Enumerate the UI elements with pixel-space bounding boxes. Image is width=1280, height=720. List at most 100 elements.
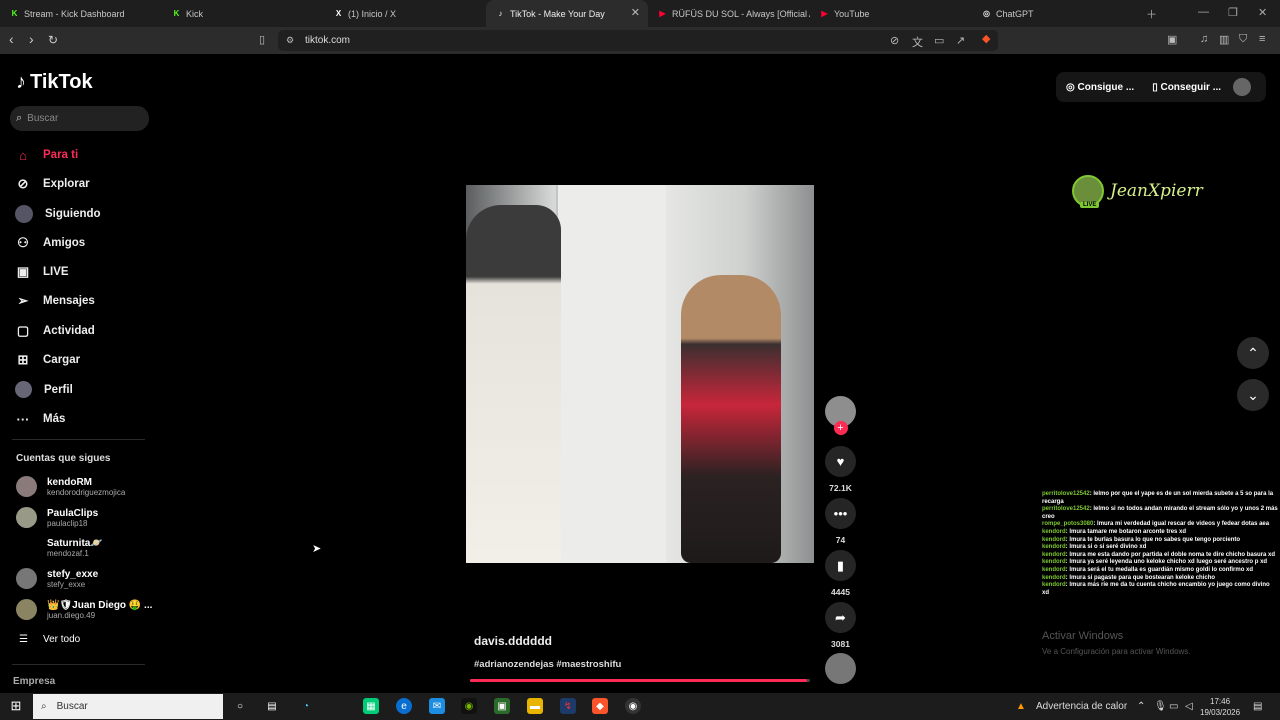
nav-siguiendo[interactable]: Siguiendo bbox=[15, 205, 101, 223]
nav-amigos[interactable]: ⚇ Amigos bbox=[15, 235, 85, 251]
store-app-icon[interactable]: ▦ bbox=[363, 698, 379, 714]
mouse-cursor-icon: ➤ bbox=[312, 543, 322, 555]
save-button[interactable]: ▮ 4445 bbox=[824, 550, 857, 597]
media-icon[interactable]: ♫ bbox=[1200, 33, 1208, 45]
chat-user: perritolove12542 bbox=[1042, 506, 1090, 513]
vpn-icon[interactable]: ⛉ bbox=[1239, 33, 1247, 46]
volume-icon[interactable]: ◁ bbox=[1185, 701, 1193, 712]
following-account[interactable]: Saturnita🪐 mendozaf.1 bbox=[16, 537, 103, 558]
edge-app-icon[interactable]: e bbox=[396, 698, 412, 714]
following-account[interactable]: kendoRM kendorodriguezmojica bbox=[16, 476, 125, 497]
nav-explorar[interactable]: ⊘ Explorar bbox=[15, 176, 90, 192]
weather-label[interactable]: Advertencia de calor bbox=[1036, 701, 1127, 712]
brave-shield-icon[interactable]: ◆ bbox=[982, 32, 990, 45]
share-button[interactable]: ➦ 3081 bbox=[824, 602, 857, 649]
network-icon[interactable]: ▭ bbox=[1169, 701, 1178, 712]
reload-icon[interactable]: ↻ bbox=[48, 33, 58, 47]
nav-mensajes[interactable]: ➢ Mensajes bbox=[15, 293, 95, 309]
translate-icon[interactable]: 文 bbox=[912, 34, 923, 50]
close-icon[interactable]: ✕ bbox=[631, 6, 640, 19]
chat-text: : lmura tamare me botaron arconte tres x… bbox=[1065, 528, 1187, 535]
chat-text: : lmura más ríe me da tu cuenta chicho e… bbox=[1042, 582, 1270, 596]
site-info-icon[interactable]: ⚙ bbox=[286, 35, 294, 46]
notifications-icon[interactable]: ▤ bbox=[1253, 701, 1262, 712]
tab-tiktok[interactable]: ♪ TikTok - Make Your Day ✕ bbox=[486, 0, 648, 27]
video-author[interactable]: davis.dddddd bbox=[474, 634, 552, 648]
following-account[interactable]: PaulaClips paulaclip18 bbox=[16, 507, 98, 528]
tiktok-logo[interactable]: ♪ TikTok bbox=[16, 71, 93, 94]
nvidia-app-icon[interactable]: ◉ bbox=[461, 698, 477, 714]
following-avatar-icon bbox=[15, 205, 33, 223]
see-all-button[interactable]: ☰ Ver todo bbox=[19, 634, 80, 645]
cortana-icon[interactable]: ○ bbox=[232, 698, 248, 714]
photos-app-icon[interactable]: ▣ bbox=[494, 698, 510, 714]
app-icon[interactable]: ↯ bbox=[560, 698, 576, 714]
obs-app-icon[interactable]: ◉ bbox=[625, 698, 641, 714]
heat-warning-icon[interactable]: ▲ bbox=[1016, 701, 1026, 712]
nav-live[interactable]: ▣ LIVE bbox=[15, 264, 69, 280]
share-icon[interactable]: ↗ bbox=[956, 34, 965, 47]
search-icon: ⌕ bbox=[16, 112, 23, 124]
get-coins-button[interactable]: ◎ Consigue ... bbox=[1066, 82, 1134, 93]
video-progress-bar[interactable] bbox=[470, 679, 810, 682]
address-bar[interactable]: ⚙ tiktok.com ⊘ 文 ▭ ↗ bbox=[278, 30, 998, 51]
new-tab-icon[interactable]: ＋ bbox=[1146, 6, 1157, 22]
tab-rufus[interactable]: ▶ RÜFÜS DU SOL - Always [Official Au... bbox=[648, 0, 810, 27]
nav-cargar[interactable]: ⊞ Cargar bbox=[15, 352, 81, 368]
tray-expand-icon[interactable]: ⌃ bbox=[1137, 701, 1145, 712]
comment-button[interactable]: ••• 74 bbox=[824, 498, 857, 545]
following-account[interactable]: stefy_exxe stefy_exxe bbox=[16, 568, 98, 589]
brave-app-icon[interactable]: ◆ bbox=[592, 698, 608, 714]
nav-label: Perfil bbox=[44, 383, 73, 396]
upload-icon: ⊞ bbox=[17, 352, 29, 367]
nav-mas[interactable]: ··· Más bbox=[15, 411, 66, 427]
nav-perfil[interactable]: Perfil bbox=[15, 381, 73, 398]
tab-x[interactable]: X (1) Inicio / X bbox=[324, 0, 486, 27]
tab-kick[interactable]: K Kick bbox=[162, 0, 324, 27]
nav-para-ti[interactable]: ⌂ Para ti bbox=[15, 147, 78, 163]
previous-video-button[interactable]: ⌃ bbox=[1237, 337, 1269, 369]
tab-kick-dashboard[interactable]: K Stream - Kick Dashboard bbox=[0, 0, 162, 27]
mail-app-icon[interactable]: ✉ bbox=[429, 698, 445, 714]
windows-start-icon[interactable]: ⊞ bbox=[8, 698, 24, 714]
nav-actividad[interactable]: ▢ Actividad bbox=[15, 323, 95, 339]
creator-avatar[interactable]: + bbox=[824, 396, 857, 435]
sound-disc[interactable] bbox=[824, 653, 857, 684]
tab-youtube[interactable]: ▶ YouTube bbox=[810, 0, 972, 27]
video-progress-fill bbox=[470, 679, 807, 682]
menu-icon[interactable]: ≡ bbox=[1259, 33, 1265, 45]
cast-icon[interactable]: ▭ bbox=[934, 34, 944, 47]
video-hashtags[interactable]: #adrianozendejas #maestroshifu bbox=[474, 659, 621, 670]
maximize-icon[interactable]: ❐ bbox=[1228, 6, 1238, 19]
next-video-button[interactable]: ⌄ bbox=[1237, 379, 1269, 411]
wallet-icon[interactable]: ▣ bbox=[1167, 33, 1177, 46]
get-app-button[interactable]: ▯ Conseguir ... bbox=[1152, 82, 1221, 93]
logo-text: TikTok bbox=[30, 71, 93, 93]
system-clock[interactable]: 17:46 19/03/2026 bbox=[1200, 696, 1240, 718]
company-link[interactable]: Empresa bbox=[13, 676, 55, 687]
following-account[interactable]: 👑🛡Juan Diego 🤑 ... juan.diego.49 bbox=[16, 599, 152, 620]
window-close-icon[interactable]: ✕ bbox=[1258, 6, 1267, 19]
forward-icon[interactable]: › bbox=[29, 31, 34, 47]
bookmark-icon[interactable]: ▯ bbox=[259, 33, 265, 46]
bookmark-icon: ▮ bbox=[825, 550, 856, 581]
taskbar-search[interactable]: ⌕ Buscar bbox=[33, 694, 223, 719]
speedometer-app-icon[interactable]: ◔ bbox=[298, 698, 314, 714]
minimize-icon[interactable]: — bbox=[1198, 6, 1209, 18]
like-button[interactable]: ♥ 72.1K bbox=[824, 446, 857, 493]
chat-message: kendord: lmura será el tu medalla es gua… bbox=[1042, 567, 1278, 575]
back-icon[interactable]: ‹ bbox=[9, 31, 14, 47]
account-name: kendoRM bbox=[47, 476, 92, 488]
video-player[interactable] bbox=[466, 185, 814, 563]
no-tracking-icon[interactable]: ⊘ bbox=[890, 34, 899, 47]
user-avatar[interactable] bbox=[1233, 78, 1251, 96]
file-explorer-icon[interactable]: ▬ bbox=[527, 698, 543, 714]
youtube-icon: ▶ bbox=[821, 9, 828, 18]
nav-label: Actividad bbox=[43, 325, 95, 337]
follow-plus-icon[interactable]: + bbox=[833, 421, 848, 435]
task-view-icon[interactable]: ▤ bbox=[264, 698, 280, 714]
tab-chatgpt[interactable]: ◎ ChatGPT bbox=[972, 0, 1134, 27]
sidebar-toggle-icon[interactable]: ▥ bbox=[1219, 33, 1229, 46]
search-input[interactable]: ⌕ Buscar bbox=[10, 106, 149, 131]
microphone-icon[interactable]: 🎙 bbox=[1154, 701, 1167, 712]
